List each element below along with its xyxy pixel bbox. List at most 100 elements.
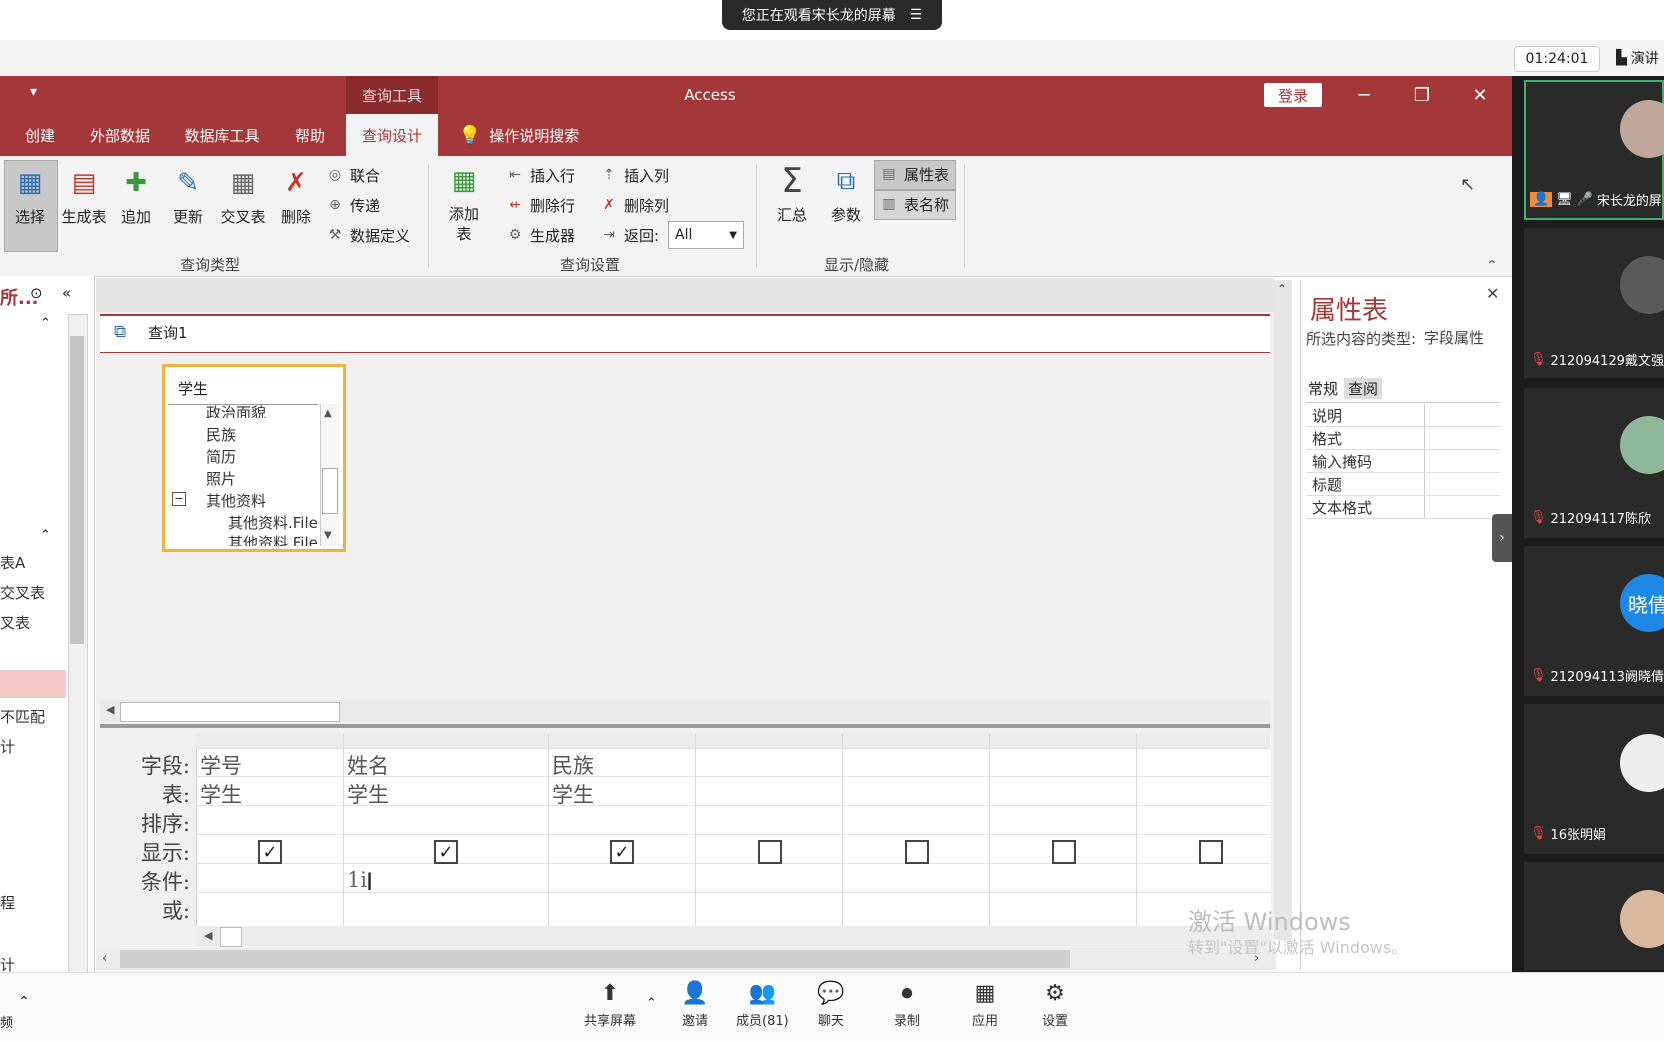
scroll-left-icon[interactable]: ‹ bbox=[102, 951, 107, 966]
grid-criteria-cell[interactable]: 1i bbox=[347, 868, 367, 892]
passthrough-button[interactable]: ⊕ 传递 bbox=[326, 192, 380, 218]
nav-item[interactable]: 计 bbox=[0, 736, 66, 757]
grid-horizontal-scrollbar[interactable] bbox=[196, 926, 1270, 946]
invite-button[interactable]: 👤 邀请 bbox=[680, 980, 710, 1030]
designer-scroll-thumb[interactable] bbox=[120, 950, 1070, 968]
append-button[interactable]: ✚ 追加 bbox=[116, 166, 156, 227]
pane-splitter[interactable] bbox=[100, 724, 1270, 728]
add-table-button[interactable]: ▦ 添加表 bbox=[444, 164, 484, 244]
designer-vertical-scrollbar[interactable] bbox=[1274, 280, 1292, 940]
nav-item[interactable]: 叉表 bbox=[0, 612, 66, 633]
nav-item[interactable]: 程 bbox=[0, 892, 66, 913]
property-row[interactable]: 格式 bbox=[1306, 427, 1500, 450]
scroll-left-icon[interactable]: ◀ bbox=[106, 703, 114, 716]
show-checkbox[interactable]: ✓ bbox=[610, 840, 634, 864]
grid-scroll-thumb[interactable] bbox=[220, 927, 242, 947]
tab-help[interactable]: 帮助 bbox=[284, 114, 336, 156]
collapse-group-icon[interactable]: ⌃ bbox=[40, 316, 51, 331]
close-icon[interactable]: ✕ bbox=[1486, 284, 1499, 303]
collapse-nav-icon[interactable]: « bbox=[62, 284, 71, 302]
return-combo[interactable]: All ▼ bbox=[668, 221, 744, 249]
collapse-group-icon[interactable]: ⌃ bbox=[40, 528, 51, 543]
delete-query-button[interactable]: ✗ 删除 bbox=[276, 166, 316, 227]
update-button[interactable]: ✎ 更新 bbox=[168, 166, 208, 227]
collapse-node-icon[interactable]: − bbox=[172, 492, 186, 506]
scroll-left-icon[interactable]: ◀ bbox=[204, 929, 212, 942]
show-checkbox[interactable] bbox=[1199, 840, 1223, 864]
quick-access-dropdown-icon[interactable]: ▾ bbox=[30, 84, 37, 100]
share-screen-button[interactable]: ⬆ 共享屏幕 bbox=[584, 980, 636, 1030]
tab-lookup[interactable]: 查阅 bbox=[1344, 378, 1383, 399]
grid-table-cell[interactable]: 学生 bbox=[552, 779, 594, 809]
login-button[interactable]: 登录 bbox=[1264, 83, 1322, 107]
members-button[interactable]: 👥 成员(81) bbox=[736, 980, 789, 1030]
show-checkbox[interactable] bbox=[905, 840, 929, 864]
grid-field-cell[interactable]: 姓名 bbox=[347, 750, 389, 780]
grid-table-cell[interactable]: 学生 bbox=[200, 779, 242, 809]
tab-general[interactable]: 常规 bbox=[1308, 378, 1338, 399]
share-banner[interactable]: 您正在观看宋长龙的屏幕 ☰ bbox=[722, 0, 942, 30]
field-item[interactable]: 政治面貌 bbox=[206, 402, 316, 418]
minimize-icon[interactable]: ─ bbox=[1336, 76, 1392, 114]
tab-query-design[interactable]: 查询设计 bbox=[346, 114, 438, 156]
union-button[interactable]: ◎ 联合 bbox=[326, 162, 380, 188]
record-button[interactable]: ⏺ 录制 bbox=[892, 980, 922, 1030]
nav-item[interactable]: 交叉表 bbox=[0, 582, 66, 603]
grid-table-cell[interactable]: 学生 bbox=[347, 779, 389, 809]
collapse-ribbon-icon[interactable]: ⌃ bbox=[1486, 258, 1498, 274]
nav-item[interactable]: 表A bbox=[0, 552, 66, 573]
tab-external-data[interactable]: 外部数据 bbox=[80, 114, 160, 156]
expand-panel-icon[interactable]: › bbox=[1492, 514, 1512, 562]
nav-item-selected[interactable] bbox=[0, 670, 66, 698]
table-names-button[interactable]: ▥ 表名称 bbox=[880, 191, 949, 217]
show-checkbox[interactable]: ✓ bbox=[258, 840, 282, 864]
field-item[interactable]: 其他资料.File bbox=[228, 512, 320, 533]
field-list-scroll-thumb[interactable] bbox=[322, 468, 338, 514]
insert-column-button[interactable]: ⇡ 插入列 bbox=[600, 162, 669, 188]
builder-button[interactable]: ⚙ 生成器 bbox=[506, 222, 575, 248]
show-checkbox[interactable] bbox=[758, 840, 782, 864]
nav-menu-icon[interactable]: ⊙ bbox=[30, 284, 43, 302]
field-item[interactable]: 民族 bbox=[206, 424, 236, 445]
property-row[interactable]: 说明 bbox=[1306, 404, 1500, 427]
menu-icon[interactable]: ☰ bbox=[910, 7, 923, 23]
scroll-up-icon[interactable]: ▲ bbox=[324, 408, 332, 419]
tab-create[interactable]: 创建 bbox=[14, 114, 66, 156]
property-row[interactable]: 标题 bbox=[1306, 473, 1500, 496]
show-checkbox[interactable]: ✓ bbox=[434, 840, 458, 864]
crosstab-button[interactable]: ▦ 交叉表 bbox=[216, 166, 270, 227]
property-row[interactable]: 文本格式 bbox=[1306, 496, 1500, 519]
settings-button[interactable]: ⚙ 设置 bbox=[1040, 980, 1070, 1030]
select-query-button[interactable]: ▦ 选择 bbox=[10, 166, 50, 227]
column-selector-bar[interactable] bbox=[196, 734, 1270, 749]
delete-row-button[interactable]: ⇷ 删除行 bbox=[506, 192, 575, 218]
field-item[interactable]: 其他资料.File bbox=[228, 532, 320, 546]
close-icon[interactable]: ✕ bbox=[1452, 76, 1508, 114]
insert-row-button[interactable]: ⇤ 插入行 bbox=[506, 162, 575, 188]
property-sheet-button[interactable]: ▤ 属性表 bbox=[880, 161, 949, 187]
upper-scroll-thumb[interactable] bbox=[120, 702, 340, 722]
restore-icon[interactable]: ❐ bbox=[1394, 76, 1450, 114]
apps-button[interactable]: ▦ 应用 bbox=[970, 980, 1000, 1030]
chevron-up-icon[interactable]: ⌃ bbox=[18, 994, 30, 1010]
field-item[interactable]: 简历 bbox=[206, 446, 236, 467]
data-definition-button[interactable]: ⚒ 数据定义 bbox=[326, 222, 410, 248]
grid-field-cell[interactable]: 民族 bbox=[552, 750, 594, 780]
totals-button[interactable]: Σ 汇总 bbox=[770, 161, 814, 225]
query-document-tab[interactable] bbox=[100, 314, 1270, 353]
make-table-button[interactable]: ▤ 生成表 bbox=[58, 166, 110, 227]
nav-scroll-thumb[interactable] bbox=[70, 336, 84, 644]
field-item[interactable]: 其他资料 bbox=[206, 490, 266, 511]
chat-button[interactable]: 💬 聊天 bbox=[816, 980, 846, 1030]
nav-item[interactable]: 不匹配 bbox=[0, 706, 66, 727]
show-checkbox[interactable] bbox=[1052, 840, 1076, 864]
scroll-down-icon[interactable]: ▼ bbox=[324, 530, 332, 541]
property-row[interactable]: 输入掩码 bbox=[1306, 450, 1500, 473]
delete-column-button[interactable]: ✗ 删除列 bbox=[600, 192, 669, 218]
scroll-up-icon[interactable]: ⌃ bbox=[1277, 282, 1287, 296]
tell-me-search[interactable]: 💡 操作说明搜索 bbox=[454, 114, 584, 156]
tab-database-tools[interactable]: 数据库工具 bbox=[176, 114, 268, 156]
parameters-button[interactable]: ⧉ 参数 bbox=[824, 164, 868, 225]
present-button[interactable]: ▙ 演讲 bbox=[1616, 46, 1664, 70]
grid-field-cell[interactable]: 学号 bbox=[200, 750, 242, 780]
